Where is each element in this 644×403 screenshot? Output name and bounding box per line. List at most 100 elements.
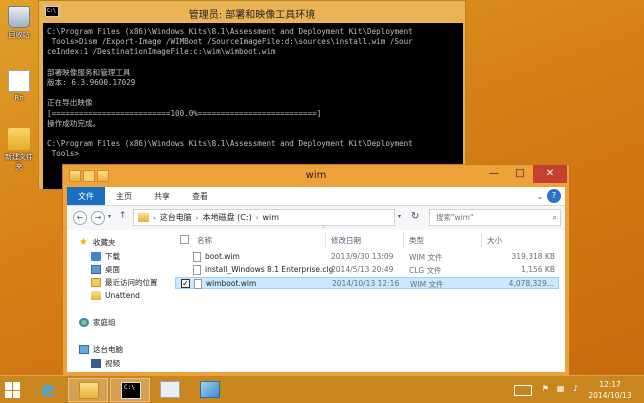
file-modified: 2014/5/13 20:49: [331, 265, 394, 274]
taskbar-command-prompt[interactable]: C:\: [110, 378, 150, 402]
desktop-icon-label: Rh: [14, 94, 24, 102]
refresh-button[interactable]: ↻: [411, 211, 419, 222]
taskbar-media[interactable]: [190, 378, 230, 402]
nav-desktop[interactable]: 桌面: [91, 263, 120, 275]
recycle-bin-icon: [8, 6, 30, 28]
nav-homegroup[interactable]: 家庭组: [79, 316, 116, 328]
homegroup-icon: [79, 317, 89, 327]
address-input[interactable]: › 这台电脑 › 本地磁盘 (C:) › wim: [133, 209, 395, 226]
nav-downloads[interactable]: 下载: [91, 250, 120, 262]
network-icon[interactable]: ▦: [555, 384, 566, 396]
navigation-pane[interactable]: ★ 收藏夹 下载 桌面 最近访问的位置 Unattend 家庭组 这台电脑 视频: [67, 230, 171, 372]
console-line: Tools>: [47, 149, 80, 159]
nav-favorites[interactable]: ★ 收藏夹: [79, 236, 116, 248]
console-line: ceIndex:1 /DestinationImageFile:c:\wim\w…: [47, 47, 276, 57]
tab-file[interactable]: 文件: [67, 187, 105, 205]
clock-date: 2014/10/13: [588, 391, 632, 400]
search-input[interactable]: 搜索"wim" ⌕: [429, 209, 561, 226]
file-type: WIM 文件: [409, 253, 443, 262]
recent-locations-dropdown[interactable]: ▾: [108, 213, 111, 220]
desktop-icon-file[interactable]: Rh: [2, 70, 36, 102]
taskbar-clock[interactable]: 12:17 2014/10/13: [586, 379, 634, 401]
back-button[interactable]: ←: [73, 211, 87, 225]
start-button[interactable]: [5, 382, 21, 398]
console-line: C:\Program Files (x86)\Windows Kits\8.1\…: [47, 27, 413, 36]
column-divider[interactable]: [403, 233, 404, 247]
column-header-type[interactable]: 类型: [409, 235, 424, 246]
file-name: install_Windows 8.1 Enterprise.clg: [205, 265, 334, 274]
console-line: 部署映像服务和管理工具: [47, 67, 131, 77]
breadcrumb-thispc[interactable]: 这台电脑: [160, 212, 192, 223]
console-window[interactable]: C:\ 管理员: 部署和映像工具环境 C:\Program Files (x86…: [38, 0, 466, 190]
nav-recent-places[interactable]: 最近访问的位置: [91, 276, 158, 288]
breadcrumb-separator[interactable]: ›: [196, 214, 199, 222]
action-center-flag-icon[interactable]: ⚑: [540, 384, 551, 396]
maximize-button[interactable]: □: [507, 165, 533, 183]
up-button[interactable]: ↑: [119, 211, 127, 221]
minimize-button[interactable]: —: [481, 165, 507, 183]
windows-logo-tile: [13, 382, 20, 390]
windows-logo-tile: [5, 382, 12, 390]
column-divider[interactable]: [325, 233, 326, 247]
column-divider[interactable]: [481, 233, 482, 247]
windows-logo-tile: [13, 390, 20, 398]
media-icon: [200, 381, 220, 398]
file-explorer-icon: [79, 382, 99, 399]
explorer-window[interactable]: wim — □ ✕ 文件 主页 共享 查看 ⌄ ? ← → ▾ ↑ › 这台电脑…: [62, 164, 570, 376]
nav-label: 收藏夹: [93, 237, 116, 247]
taskbar-setup[interactable]: [150, 378, 190, 402]
desktop-icon-label: 回收站: [8, 31, 30, 39]
nav-label: 家庭组: [93, 317, 116, 327]
nav-unattend[interactable]: Unattend: [91, 289, 140, 301]
select-all-checkbox[interactable]: [180, 235, 189, 244]
taskbar-file-explorer[interactable]: [68, 378, 108, 402]
column-header-name[interactable]: 名称: [197, 235, 212, 246]
breadcrumb-separator[interactable]: ›: [256, 214, 259, 222]
help-button[interactable]: ?: [547, 189, 561, 203]
row-checkbox[interactable]: ✓: [181, 279, 190, 288]
console-line: 正在导出映像: [47, 98, 93, 108]
file-row-selected[interactable]: ✓ wimboot.wim 2014/10/13 12:16 WIM 文件 4,…: [175, 277, 559, 289]
tab-view[interactable]: 查看: [181, 187, 219, 205]
breadcrumb-local-disk[interactable]: 本地磁盘 (C:): [203, 212, 252, 223]
volume-icon[interactable]: ♪: [570, 384, 581, 396]
forward-button[interactable]: →: [91, 211, 105, 225]
file-type: CLG 文件: [409, 266, 442, 275]
expand-ribbon-button[interactable]: ⌄: [533, 187, 547, 205]
search-icon[interactable]: ⌕: [553, 210, 557, 225]
clock-time: 12:17: [599, 380, 621, 389]
tab-share[interactable]: 共享: [143, 187, 181, 205]
breadcrumb-separator[interactable]: ›: [153, 214, 156, 222]
star-icon: ★: [79, 236, 88, 248]
keyboard-icon[interactable]: [514, 385, 532, 396]
file-row[interactable]: boot.wim 2013/9/30 13:09 WIM 文件 319,318 …: [175, 251, 559, 263]
nav-thispc[interactable]: 这台电脑: [79, 343, 123, 355]
file-list[interactable]: ⌃ 名称 修改日期 类型 大小 boot.wim 2013/9/30 13:09…: [175, 226, 565, 372]
console-titlebar[interactable]: C:\ 管理员: 部署和映像工具环境: [39, 1, 465, 23]
folder-icon: [8, 128, 30, 150]
taskbar-internet-explorer[interactable]: e: [28, 378, 68, 402]
address-dropdown[interactable]: ▾: [398, 213, 401, 220]
file-modified: 2013/9/30 13:09: [331, 252, 394, 261]
explorer-titlebar[interactable]: wim — □ ✕: [63, 165, 569, 187]
folder-icon: [138, 213, 149, 222]
taskbar: e C:\ ⚑ ▦ ♪ 12:17 2014/10/13: [0, 375, 644, 403]
console-line: Tools>Dism /Export-Image /WIMBoot /Sourc…: [47, 37, 413, 47]
tab-home[interactable]: 主页: [105, 187, 143, 205]
nav-videos[interactable]: 视频: [91, 357, 120, 369]
nav-label: 视频: [105, 358, 120, 368]
command-prompt-icon: C:\: [121, 382, 141, 399]
column-header-modified[interactable]: 修改日期: [331, 235, 361, 246]
file-size: 319,318 KB: [511, 252, 555, 261]
nav-label: 下载: [105, 251, 120, 261]
close-button[interactable]: ✕: [533, 165, 567, 183]
desktop-icon-recycle-bin[interactable]: 回收站: [2, 6, 36, 40]
desktop-icon-new-folder[interactable]: 新建文件夹: [2, 128, 36, 172]
internet-explorer-icon: e: [41, 377, 55, 401]
file-row[interactable]: install_Windows 8.1 Enterprise.clg 2014/…: [175, 264, 559, 276]
breadcrumb-wim[interactable]: wim: [263, 213, 280, 222]
column-header-size[interactable]: 大小: [487, 235, 502, 246]
